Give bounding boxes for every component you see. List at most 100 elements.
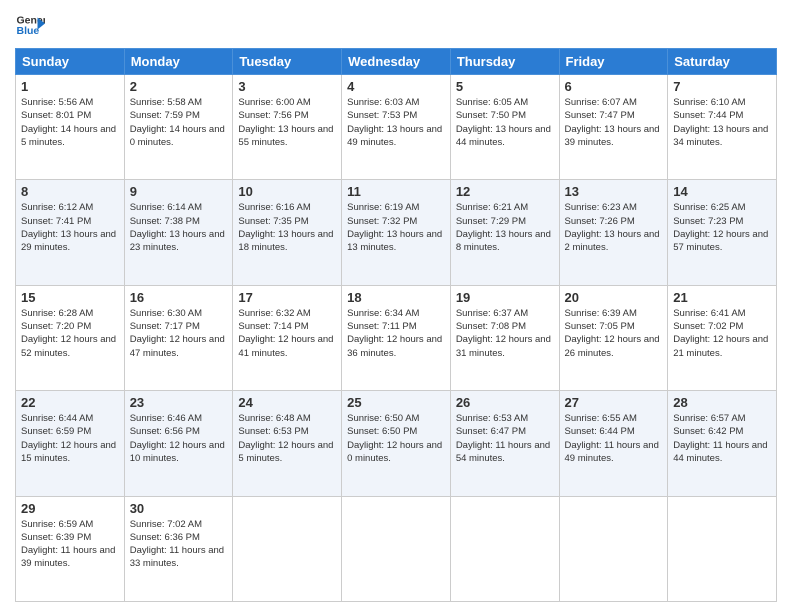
cell-info: Sunrise: 6:55 AMSunset: 6:44 PMDaylight:… — [565, 412, 663, 465]
calendar-cell: 7 Sunrise: 6:10 AMSunset: 7:44 PMDaylight… — [668, 75, 777, 180]
cell-info: Sunrise: 6:50 AMSunset: 6:50 PMDaylight:… — [347, 412, 445, 465]
calendar-cell: 3 Sunrise: 6:00 AMSunset: 7:56 PMDaylight… — [233, 75, 342, 180]
calendar-cell: 13 Sunrise: 6:23 AMSunset: 7:26 PMDayligh… — [559, 180, 668, 285]
cell-info: Sunrise: 6:44 AMSunset: 6:59 PMDaylight:… — [21, 412, 119, 465]
calendar-cell: 15 Sunrise: 6:28 AMSunset: 7:20 PMDayligh… — [16, 285, 125, 390]
day-number: 15 — [21, 290, 119, 305]
calendar-cell: 2 Sunrise: 5:58 AMSunset: 7:59 PMDaylight… — [124, 75, 233, 180]
calendar-cell: 6 Sunrise: 6:07 AMSunset: 7:47 PMDaylight… — [559, 75, 668, 180]
week-row-2: 8Sunrise: 6:12 AMSunset: 7:41 PMDaylight… — [16, 180, 777, 285]
day-number: 1 — [21, 79, 119, 94]
calendar-cell: 20 Sunrise: 6:39 AMSunset: 7:05 PMDayligh… — [559, 285, 668, 390]
cell-info: Sunrise: 6:46 AMSunset: 6:56 PMDaylight:… — [130, 412, 228, 465]
calendar-cell: 5 Sunrise: 6:05 AMSunset: 7:50 PMDaylight… — [450, 75, 559, 180]
calendar-cell: 11 Sunrise: 6:19 AMSunset: 7:32 PMDayligh… — [342, 180, 451, 285]
day-number: 28 — [673, 395, 771, 410]
cell-info: Sunrise: 6:14 AMSunset: 7:38 PMDaylight:… — [130, 201, 228, 254]
day-header-tuesday: Tuesday — [233, 49, 342, 75]
cell-info: Sunrise: 6:10 AMSunset: 7:44 PMDaylight:… — [673, 96, 771, 149]
day-number: 2 — [130, 79, 228, 94]
calendar-cell: 4Sunrise: 6:03 AMSunset: 7:53 PMDaylight… — [342, 75, 451, 180]
calendar-cell — [668, 496, 777, 601]
week-row-5: 29Sunrise: 6:59 AMSunset: 6:39 PMDayligh… — [16, 496, 777, 601]
svg-text:Blue: Blue — [17, 25, 40, 37]
day-number: 22 — [21, 395, 119, 410]
day-number: 26 — [456, 395, 554, 410]
day-number: 23 — [130, 395, 228, 410]
cell-info: Sunrise: 6:37 AMSunset: 7:08 PMDaylight:… — [456, 307, 554, 360]
day-number: 3 — [238, 79, 336, 94]
cell-info: Sunrise: 6:16 AMSunset: 7:35 PMDaylight:… — [238, 201, 336, 254]
calendar-cell: 30 Sunrise: 7:02 AMSunset: 6:36 PMDayligh… — [124, 496, 233, 601]
day-number: 6 — [565, 79, 663, 94]
day-number: 9 — [130, 184, 228, 199]
day-number: 11 — [347, 184, 445, 199]
cell-info: Sunrise: 7:02 AMSunset: 6:36 PMDaylight:… — [130, 518, 228, 571]
day-header-saturday: Saturday — [668, 49, 777, 75]
day-header-monday: Monday — [124, 49, 233, 75]
day-header-sunday: Sunday — [16, 49, 125, 75]
calendar-cell: 17 Sunrise: 6:32 AMSunset: 7:14 PMDayligh… — [233, 285, 342, 390]
logo-icon: General Blue — [15, 10, 45, 40]
calendar-cell — [559, 496, 668, 601]
calendar-cell: 1 Sunrise: 5:56 AMSunset: 8:01 PMDaylight… — [16, 75, 125, 180]
day-header-friday: Friday — [559, 49, 668, 75]
calendar-cell: 10 Sunrise: 6:16 AMSunset: 7:35 PMDayligh… — [233, 180, 342, 285]
cell-info: Sunrise: 6:34 AMSunset: 7:11 PMDaylight:… — [347, 307, 445, 360]
day-number: 12 — [456, 184, 554, 199]
cell-info: Sunrise: 6:23 AMSunset: 7:26 PMDaylight:… — [565, 201, 663, 254]
week-row-1: 1 Sunrise: 5:56 AMSunset: 8:01 PMDaylight… — [16, 75, 777, 180]
day-number: 20 — [565, 290, 663, 305]
calendar-cell: 18 Sunrise: 6:34 AMSunset: 7:11 PMDayligh… — [342, 285, 451, 390]
calendar-cell: 28 Sunrise: 6:57 AMSunset: 6:42 PMDayligh… — [668, 391, 777, 496]
cell-info: Sunrise: 6:41 AMSunset: 7:02 PMDaylight:… — [673, 307, 771, 360]
day-number: 13 — [565, 184, 663, 199]
calendar-cell: 14 Sunrise: 6:25 AMSunset: 7:23 PMDayligh… — [668, 180, 777, 285]
cell-info: Sunrise: 6:32 AMSunset: 7:14 PMDaylight:… — [238, 307, 336, 360]
day-number: 16 — [130, 290, 228, 305]
day-number: 27 — [565, 395, 663, 410]
calendar-cell — [342, 496, 451, 601]
cell-info: Sunrise: 6:25 AMSunset: 7:23 PMDaylight:… — [673, 201, 771, 254]
cell-info: Sunrise: 6:05 AMSunset: 7:50 PMDaylight:… — [456, 96, 554, 149]
week-row-3: 15 Sunrise: 6:28 AMSunset: 7:20 PMDayligh… — [16, 285, 777, 390]
day-number: 5 — [456, 79, 554, 94]
calendar-body: 1 Sunrise: 5:56 AMSunset: 8:01 PMDaylight… — [16, 75, 777, 602]
cell-info: Sunrise: 6:19 AMSunset: 7:32 PMDaylight:… — [347, 201, 445, 254]
day-number: 30 — [130, 501, 228, 516]
calendar-cell: 29Sunrise: 6:59 AMSunset: 6:39 PMDayligh… — [16, 496, 125, 601]
calendar-cell: 22 Sunrise: 6:44 AMSunset: 6:59 PMDayligh… — [16, 391, 125, 496]
day-header-thursday: Thursday — [450, 49, 559, 75]
day-number: 21 — [673, 290, 771, 305]
cell-info: Sunrise: 6:07 AMSunset: 7:47 PMDaylight:… — [565, 96, 663, 149]
cell-info: Sunrise: 6:30 AMSunset: 7:17 PMDaylight:… — [130, 307, 228, 360]
day-number: 17 — [238, 290, 336, 305]
day-number: 19 — [456, 290, 554, 305]
calendar-cell: 26 Sunrise: 6:53 AMSunset: 6:47 PMDayligh… — [450, 391, 559, 496]
cell-info: Sunrise: 6:57 AMSunset: 6:42 PMDaylight:… — [673, 412, 771, 465]
cell-info: Sunrise: 6:00 AMSunset: 7:56 PMDaylight:… — [238, 96, 336, 149]
day-number: 14 — [673, 184, 771, 199]
cell-info: Sunrise: 6:53 AMSunset: 6:47 PMDaylight:… — [456, 412, 554, 465]
day-number: 18 — [347, 290, 445, 305]
calendar-cell: 9 Sunrise: 6:14 AMSunset: 7:38 PMDaylight… — [124, 180, 233, 285]
cell-info: Sunrise: 6:28 AMSunset: 7:20 PMDaylight:… — [21, 307, 119, 360]
day-header-wednesday: Wednesday — [342, 49, 451, 75]
day-number: 7 — [673, 79, 771, 94]
calendar-cell: 24Sunrise: 6:48 AMSunset: 6:53 PMDayligh… — [233, 391, 342, 496]
day-number: 25 — [347, 395, 445, 410]
cell-info: Sunrise: 5:58 AMSunset: 7:59 PMDaylight:… — [130, 96, 228, 149]
cell-info: Sunrise: 5:56 AMSunset: 8:01 PMDaylight:… — [21, 96, 119, 149]
calendar-table: SundayMondayTuesdayWednesdayThursdayFrid… — [15, 48, 777, 602]
calendar-cell: 16 Sunrise: 6:30 AMSunset: 7:17 PMDayligh… — [124, 285, 233, 390]
cell-info: Sunrise: 6:39 AMSunset: 7:05 PMDaylight:… — [565, 307, 663, 360]
calendar-cell: 27 Sunrise: 6:55 AMSunset: 6:44 PMDayligh… — [559, 391, 668, 496]
calendar-cell — [450, 496, 559, 601]
calendar-cell: 12 Sunrise: 6:21 AMSunset: 7:29 PMDayligh… — [450, 180, 559, 285]
day-number: 8 — [21, 184, 119, 199]
day-number: 29 — [21, 501, 119, 516]
cell-info: Sunrise: 6:21 AMSunset: 7:29 PMDaylight:… — [456, 201, 554, 254]
calendar-cell: 8Sunrise: 6:12 AMSunset: 7:41 PMDaylight… — [16, 180, 125, 285]
calendar-cell: 21 Sunrise: 6:41 AMSunset: 7:02 PMDayligh… — [668, 285, 777, 390]
day-number: 10 — [238, 184, 336, 199]
